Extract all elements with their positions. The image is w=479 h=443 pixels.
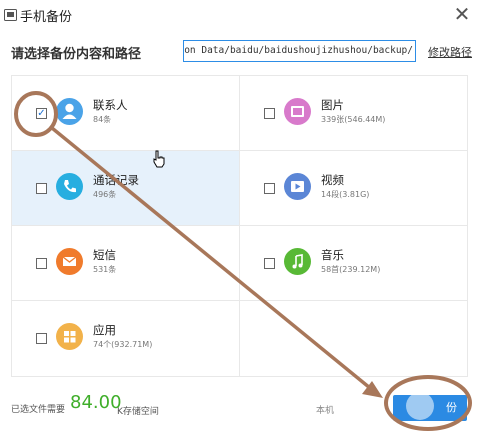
pictures-checkbox[interactable]	[264, 108, 275, 119]
item-count: 14段(3.81G)	[321, 190, 370, 199]
item-name: 通话记录	[93, 173, 139, 187]
local-storage-label: 本机	[316, 406, 335, 416]
item-name: 联系人	[93, 98, 128, 112]
contacts-checkbox[interactable]: ✓	[36, 108, 47, 119]
hand-cursor-icon	[153, 150, 165, 168]
apps-checkbox[interactable]	[36, 333, 47, 344]
empty-cell	[240, 301, 468, 376]
item-count: 58首(239.12M)	[321, 265, 381, 274]
window-title: 手机备份	[20, 10, 73, 25]
item-count: 531条	[93, 265, 117, 274]
item-music[interactable]: 音乐 58首(239.12M)	[240, 226, 468, 301]
sms-icon	[56, 248, 83, 275]
item-call-log[interactable]: 通话记录 496条	[12, 151, 240, 226]
backup-items-grid: ✓ 联系人 84条 图片 339张(546.44M) 通话记录 496条 视频 …	[11, 75, 468, 377]
item-name: 短信	[93, 248, 116, 262]
item-count: 74个(932.71M)	[93, 340, 153, 349]
path-label: 请选择备份内容和路径	[11, 47, 142, 62]
contacts-icon	[56, 98, 83, 125]
music-icon	[284, 248, 311, 275]
close-button[interactable]: ✕	[451, 3, 473, 25]
pictures-icon	[284, 98, 311, 125]
start-backup-button[interactable]: 份	[393, 395, 467, 421]
item-contacts[interactable]: ✓ 联系人 84条	[12, 76, 240, 151]
item-name: 视频	[321, 173, 344, 187]
item-name: 音乐	[321, 248, 344, 262]
item-pictures[interactable]: 图片 339张(546.44M)	[240, 76, 468, 151]
sms-checkbox[interactable]	[36, 258, 47, 269]
call-log-icon	[56, 173, 83, 200]
annotation-arrowhead	[362, 381, 383, 398]
video-icon	[284, 173, 311, 200]
item-name: 应用	[93, 323, 116, 337]
item-sms[interactable]: 短信 531条	[12, 226, 240, 301]
backup-path-value: lication Data/baidu/baidushoujizhushou/b…	[184, 45, 413, 56]
item-name: 图片	[321, 98, 344, 112]
video-checkbox[interactable]	[264, 183, 275, 194]
close-icon: ✕	[453, 2, 471, 26]
title-bar: 手机备份 ✕	[0, 0, 479, 30]
backup-path-input[interactable]: lication Data/baidu/baidushoujizhushou/b…	[183, 40, 416, 62]
backup-app-icon	[4, 9, 17, 21]
start-backup-label: 份	[446, 401, 457, 414]
music-checkbox[interactable]	[264, 258, 275, 269]
item-count: 496条	[93, 190, 117, 199]
item-count: 84条	[93, 115, 112, 124]
edit-path-link[interactable]: 修改路径	[428, 44, 472, 60]
call-log-checkbox[interactable]	[36, 183, 47, 194]
apps-icon	[56, 323, 83, 350]
item-count: 339张(546.44M)	[321, 115, 386, 124]
required-space-prefix: 已选文件需要	[11, 405, 66, 415]
required-space-value: 84.00	[70, 392, 122, 413]
item-video[interactable]: 视频 14段(3.81G)	[240, 151, 468, 226]
required-space-suffix: K存储空间	[117, 407, 159, 417]
item-apps[interactable]: 应用 74个(932.71M)	[12, 301, 240, 376]
